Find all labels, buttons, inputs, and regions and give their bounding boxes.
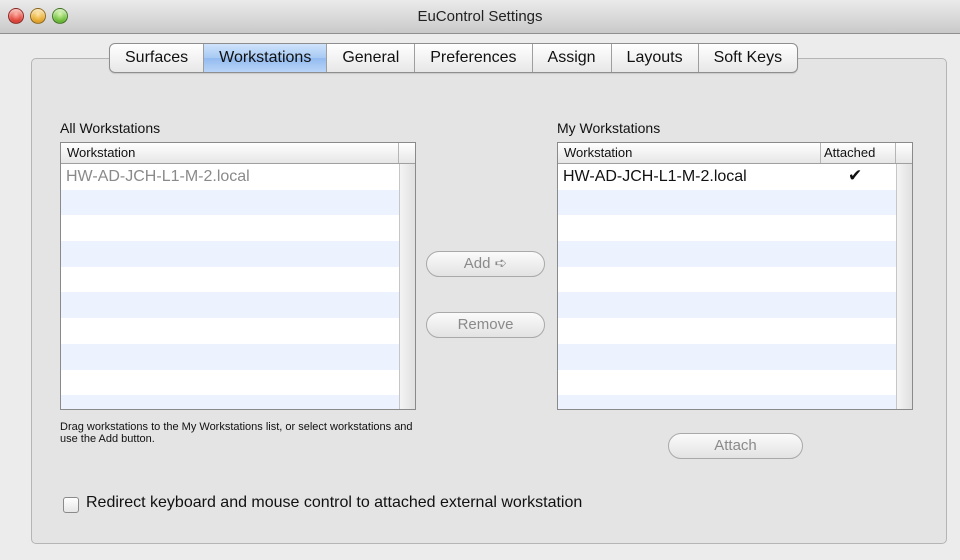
workstation-name-cell: HW-AD-JCH-L1-M-2.local <box>563 168 747 185</box>
all-workstations-heading: All Workstations <box>60 120 161 136</box>
column-divider <box>895 143 896 163</box>
table-row-empty <box>61 189 400 216</box>
table-row-empty <box>558 343 897 370</box>
table-row-empty <box>558 395 897 409</box>
vertical-scrollbar[interactable] <box>399 164 415 409</box>
tab-soft-keys[interactable]: Soft Keys <box>699 44 797 72</box>
table-row-empty <box>558 215 897 241</box>
window-title: EuControl Settings <box>417 8 543 25</box>
table-row-empty <box>558 292 897 319</box>
my-workstations-table[interactable]: Workstation Attached HW-AD-JCH-L1-M-2.lo… <box>557 142 913 410</box>
my-workstations-rows: HW-AD-JCH-L1-M-2.local ✔ <box>558 164 897 409</box>
table-row-empty <box>61 241 400 267</box>
column-header-workstation[interactable]: Workstation <box>564 145 632 160</box>
table-row-empty <box>61 370 400 396</box>
table-row-empty <box>61 292 400 319</box>
attached-checkmark-icon: ✔ <box>848 166 863 185</box>
column-header-workstation[interactable]: Workstation <box>67 145 135 160</box>
vertical-scrollbar[interactable] <box>896 164 912 409</box>
all-workstations-table[interactable]: Workstation HW-AD-JCH-L1-M-2.local <box>60 142 416 410</box>
tab-layouts[interactable]: Layouts <box>612 44 699 72</box>
redirect-checkbox[interactable] <box>63 497 79 513</box>
table-row-empty <box>558 189 897 216</box>
attach-button[interactable]: Attach <box>668 433 803 459</box>
table-header: Workstation Attached <box>558 143 912 164</box>
table-row-empty <box>558 318 897 344</box>
tab-surfaces[interactable]: Surfaces <box>110 44 205 72</box>
table-row[interactable]: HW-AD-JCH-L1-M-2.local <box>61 164 400 190</box>
table-row-empty <box>61 318 400 344</box>
tab-preferences[interactable]: Preferences <box>415 44 533 72</box>
table-row-empty <box>558 267 897 293</box>
tab-assign[interactable]: Assign <box>533 44 612 72</box>
table-row-empty <box>61 267 400 293</box>
help-text: Drag workstations to the My Workstations… <box>60 421 413 445</box>
table-row-empty <box>61 395 400 409</box>
table-header: Workstation <box>61 143 415 164</box>
title-bar: EuControl Settings <box>0 0 960 34</box>
table-row-empty <box>558 370 897 396</box>
column-divider <box>820 143 821 163</box>
my-workstations-heading: My Workstations <box>557 120 661 136</box>
table-row[interactable]: HW-AD-JCH-L1-M-2.local ✔ <box>558 164 897 190</box>
all-workstations-rows: HW-AD-JCH-L1-M-2.local <box>61 164 400 409</box>
tab-workstations[interactable]: Workstations <box>204 44 328 72</box>
add-button[interactable]: Add ➪ <box>426 251 545 277</box>
column-divider <box>398 143 399 163</box>
remove-button[interactable]: Remove <box>426 312 545 338</box>
table-row-empty <box>61 343 400 370</box>
column-header-attached[interactable]: Attached <box>824 145 875 160</box>
tab-bar: Surfaces Workstations General Preference… <box>109 43 799 73</box>
tab-general[interactable]: General <box>327 44 416 72</box>
redirect-checkbox-label[interactable]: Redirect keyboard and mouse control to a… <box>86 494 582 512</box>
workstation-name-cell: HW-AD-JCH-L1-M-2.local <box>66 168 250 185</box>
table-row-empty <box>61 215 400 241</box>
table-row-empty <box>558 241 897 267</box>
